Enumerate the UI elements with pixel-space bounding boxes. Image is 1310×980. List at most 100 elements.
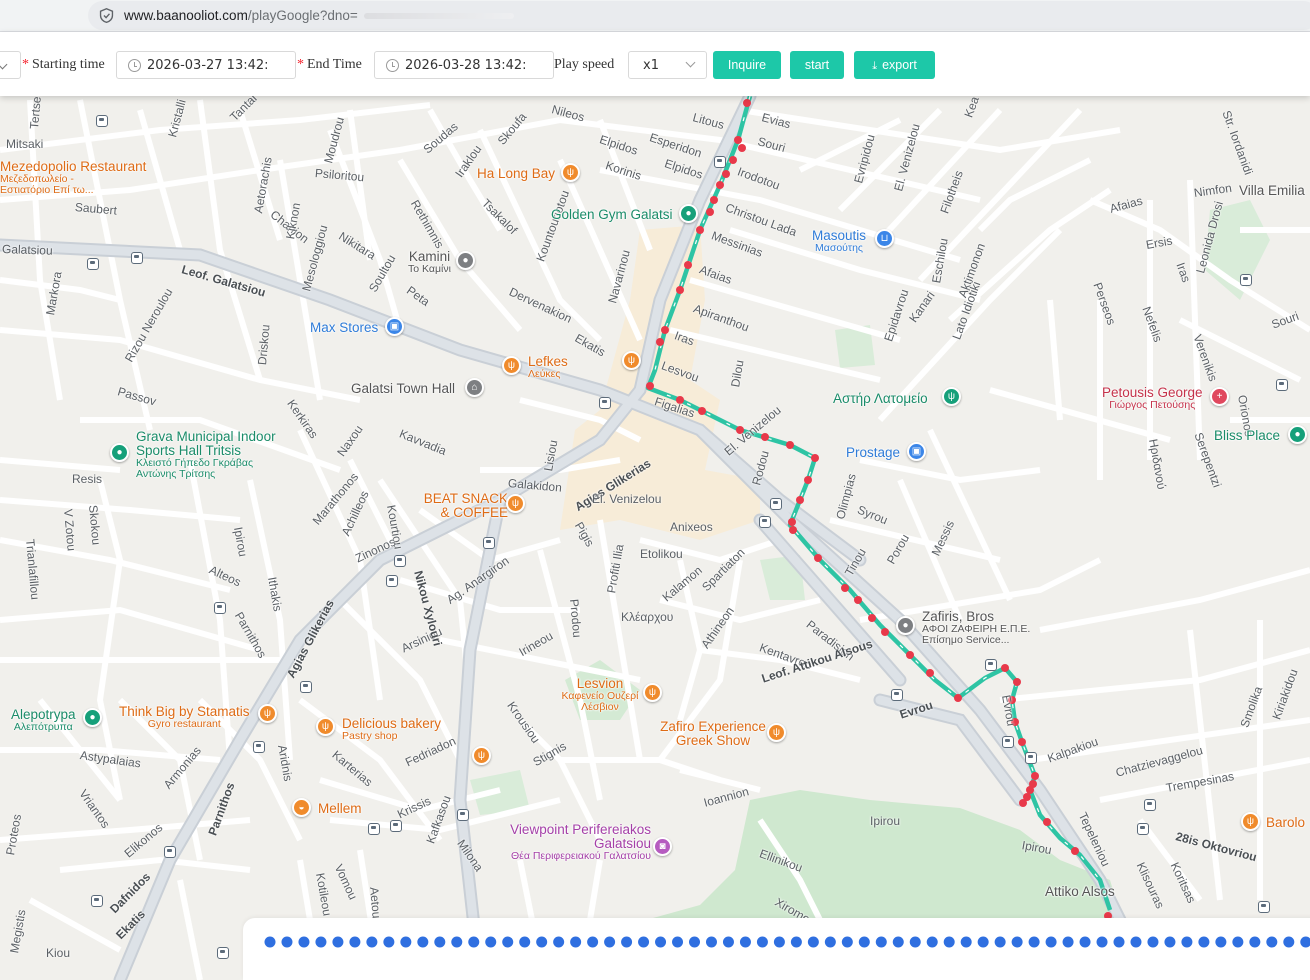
gym-icon[interactable]: ● — [679, 204, 698, 223]
poi-barolo[interactable]: Barolo — [1266, 816, 1305, 830]
progress-point[interactable] — [519, 936, 531, 948]
progress-point[interactable] — [807, 936, 819, 948]
progress-point[interactable] — [1266, 936, 1278, 948]
restaurant-icon[interactable]: ψ — [561, 163, 580, 182]
progress-point[interactable] — [977, 936, 989, 948]
progress-point[interactable] — [994, 936, 1006, 948]
progress-point[interactable] — [1198, 936, 1210, 948]
progress-point[interactable] — [773, 936, 785, 948]
bus-stop-icon[interactable] — [714, 156, 726, 168]
bus-stop-icon[interactable] — [1137, 823, 1149, 835]
poi-max-stores[interactable]: Max Stores — [310, 321, 378, 335]
progress-point[interactable] — [1249, 936, 1261, 948]
site-info-icon[interactable] — [98, 7, 115, 24]
bus-stop-icon[interactable] — [1276, 379, 1288, 391]
progress-point[interactable] — [298, 936, 310, 948]
bus-stop-icon[interactable] — [1025, 752, 1037, 764]
progress-point[interactable] — [1045, 936, 1057, 948]
restaurant-icon[interactable]: ψ — [502, 356, 521, 375]
progress-point[interactable] — [1181, 936, 1193, 948]
poi-petousis-george[interactable]: Petousis George Γιώργος Πετούσης — [1102, 386, 1203, 411]
progress-point[interactable] — [655, 936, 667, 948]
bus-stop-icon[interactable] — [1144, 799, 1156, 811]
progress-point[interactable] — [1164, 936, 1176, 948]
bus-stop-icon[interactable] — [300, 681, 312, 693]
progress-point[interactable] — [468, 936, 480, 948]
poi-villa-emilia[interactable]: Villa Emilia — [1239, 184, 1305, 198]
progress-point[interactable] — [1113, 936, 1125, 948]
poi-zafiris-bros[interactable]: Zafiris, Bros ΑΦΟΙ ΖΑΦΕΙΡΗ Ε.Π.Ε. Επίσημο… — [922, 610, 1032, 646]
end-time-input[interactable]: 2026-03-28 13:42: — [374, 51, 554, 79]
bus-stop-icon[interactable] — [91, 895, 103, 907]
bus-stop-icon[interactable] — [1002, 736, 1014, 748]
bus-stop-icon[interactable] — [217, 947, 229, 959]
bus-stop-icon[interactable] — [599, 397, 611, 409]
town-hall-icon[interactable]: ⌂ — [465, 378, 484, 397]
play-speed-select[interactable]: x1 — [628, 51, 707, 79]
bus-stop-icon[interactable] — [394, 555, 406, 567]
restaurant-icon[interactable]: ψ — [506, 494, 525, 513]
progress-point[interactable] — [264, 936, 276, 948]
progress-point[interactable] — [587, 936, 599, 948]
poi-galatsi-town-hall[interactable]: Galatsi Town Hall — [351, 382, 455, 396]
export-button[interactable]: ⤓ export — [854, 51, 935, 79]
map-view[interactable]: Mitsaki Tertseti Kristalli Tantal Nileos… — [0, 96, 1310, 980]
device-select[interactable] — [0, 51, 21, 79]
bus-stop-icon[interactable] — [1240, 274, 1252, 286]
progress-point[interactable] — [1130, 936, 1142, 948]
coffee-icon[interactable]: ◒ — [292, 798, 311, 817]
progress-point[interactable] — [1079, 936, 1091, 948]
progress-point[interactable] — [417, 936, 429, 948]
poi-mellem[interactable]: Mellem — [318, 802, 362, 816]
progress-point[interactable] — [960, 936, 972, 948]
bus-stop-icon[interactable] — [214, 602, 226, 614]
progress-point[interactable] — [1011, 936, 1023, 948]
medical-icon[interactable]: + — [1210, 387, 1229, 406]
progress-point[interactable] — [383, 936, 395, 948]
poi-astir-latomeio[interactable]: Αστήρ Λατομείο — [833, 392, 928, 406]
progress-point[interactable] — [841, 936, 853, 948]
progress-point[interactable] — [875, 936, 887, 948]
bus-stop-icon[interactable] — [985, 659, 997, 671]
playback-progress[interactable] — [243, 918, 1310, 980]
progress-point[interactable] — [722, 936, 734, 948]
bus-stop-icon[interactable] — [891, 689, 903, 701]
bus-stop-icon[interactable] — [96, 115, 108, 127]
progress-point[interactable] — [570, 936, 582, 948]
restaurant-icon[interactable]: ψ — [258, 704, 277, 723]
progress-point[interactable] — [892, 936, 904, 948]
restaurant-icon[interactable]: ψ — [643, 683, 662, 702]
progress-point[interactable] — [366, 936, 378, 948]
place-marker-icon[interactable]: ● — [1288, 425, 1307, 444]
restaurant-icon[interactable]: ψ — [316, 717, 335, 736]
poi-lesvion[interactable]: Lesvion Καφενείο Ουζερί Λέσβιον — [560, 677, 640, 713]
progress-point[interactable] — [604, 936, 616, 948]
bus-stop-icon[interactable] — [87, 258, 99, 270]
progress-point[interactable] — [553, 936, 565, 948]
poi-mezedopolio-restaurant[interactable]: Mezedopolio Restaurant Μεζεδοπωλείο - Εστ… — [0, 160, 146, 196]
progress-point[interactable] — [1028, 936, 1040, 948]
poi-beat-snack-coffee[interactable]: BEAT SNACK & COFFEE — [418, 492, 508, 520]
progress-point[interactable] — [502, 936, 514, 948]
place-marker-icon[interactable]: ● — [456, 251, 475, 270]
progress-point[interactable] — [536, 936, 548, 948]
progress-point[interactable] — [1232, 936, 1244, 948]
stadium-icon[interactable]: ● — [110, 443, 129, 462]
poi-think-big-by-stamatis[interactable]: Think Big by Stamatis Gyro restaurant — [119, 705, 250, 730]
progress-point[interactable] — [739, 936, 751, 948]
start-button[interactable]: start — [790, 51, 844, 79]
restaurant-icon[interactable]: ψ — [942, 387, 961, 406]
bus-stop-icon[interactable] — [390, 820, 402, 832]
bus-stop-icon[interactable] — [1258, 901, 1270, 913]
camera-icon[interactable]: ◙ — [653, 837, 672, 856]
progress-point[interactable] — [824, 936, 836, 948]
restaurant-icon[interactable]: ψ — [622, 351, 641, 370]
progress-point[interactable] — [1300, 936, 1310, 948]
progress-point[interactable] — [943, 936, 955, 948]
progress-point[interactable] — [672, 936, 684, 948]
bus-stop-icon[interactable] — [457, 809, 469, 821]
bus-stop-icon[interactable] — [131, 252, 143, 264]
bus-stop-icon[interactable] — [368, 823, 380, 835]
progress-point[interactable] — [349, 936, 361, 948]
bus-stop-icon[interactable] — [770, 498, 782, 510]
